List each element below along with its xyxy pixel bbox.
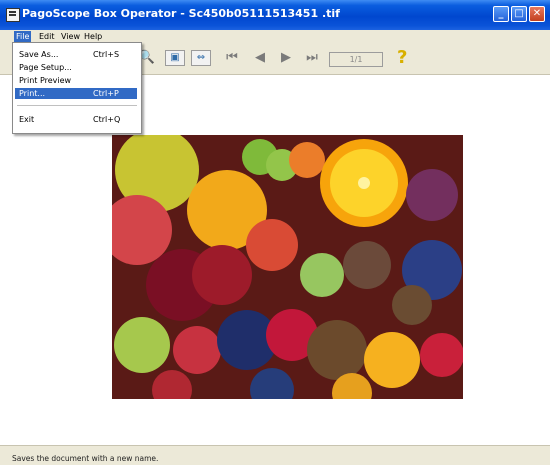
title-bar: PagoScope Box Operator - Sc450b051115134… [0,0,550,30]
maximize-button[interactable]: □ [511,6,527,22]
menu-item-page-setup[interactable]: Page Setup... [15,62,137,73]
fit-page-icon[interactable]: ▣ [165,50,185,66]
page-indicator[interactable]: 1/1 [329,52,383,67]
first-page-icon[interactable]: ⏮ [222,50,242,66]
status-text: Saves the document with a new name. [12,454,159,463]
menu-item-label: Exit [19,115,35,124]
last-page-icon[interactable]: ⏭ [302,50,322,66]
fruit-image-icon [112,135,463,399]
menu-file[interactable]: File [14,31,32,42]
menu-separator [17,105,137,106]
minimize-button[interactable]: _ [493,6,509,22]
help-icon[interactable]: ? [397,47,407,68]
maximize-icon: □ [514,8,524,19]
menu-item-label: Print Preview [19,76,72,85]
menu-edit[interactable]: Edit [37,31,57,42]
close-icon: ✕ [532,8,542,19]
menu-item-print[interactable]: Print... Ctrl+P [15,88,137,99]
window-title: PagoScope Box Operator - Sc450b051115134… [22,7,340,20]
menu-item-print-preview[interactable]: Print Preview [15,75,137,86]
menu-item-label: Page Setup... [19,63,72,72]
close-button[interactable]: ✕ [529,6,545,22]
fit-width-icon[interactable]: ⇔ [191,50,211,66]
menu-item-exit[interactable]: Exit Ctrl+Q [15,114,137,125]
menu-item-accelerator: Ctrl+Q [93,115,121,124]
menu-help[interactable]: Help [82,31,104,42]
previous-page-icon[interactable]: ◀ [250,50,270,66]
menu-bar: File Edit View Help [0,30,550,42]
menu-item-accelerator: Ctrl+S [93,50,120,59]
menu-item-label: Save As... [19,50,59,59]
app-icon[interactable] [6,8,20,22]
file-menu-dropdown: Save As... Ctrl+S Page Setup... Print Pr… [12,42,142,134]
menu-view[interactable]: View [59,31,82,42]
status-bar: Saves the document with a new name. [0,445,550,465]
menu-item-label: Print... [19,89,46,98]
next-page-icon[interactable]: ▶ [276,50,296,66]
menu-item-save-as[interactable]: Save As... Ctrl+S [15,49,137,60]
menu-item-accelerator: Ctrl+P [93,89,119,98]
fruit-photo [112,135,463,399]
minimize-icon: _ [498,8,504,19]
